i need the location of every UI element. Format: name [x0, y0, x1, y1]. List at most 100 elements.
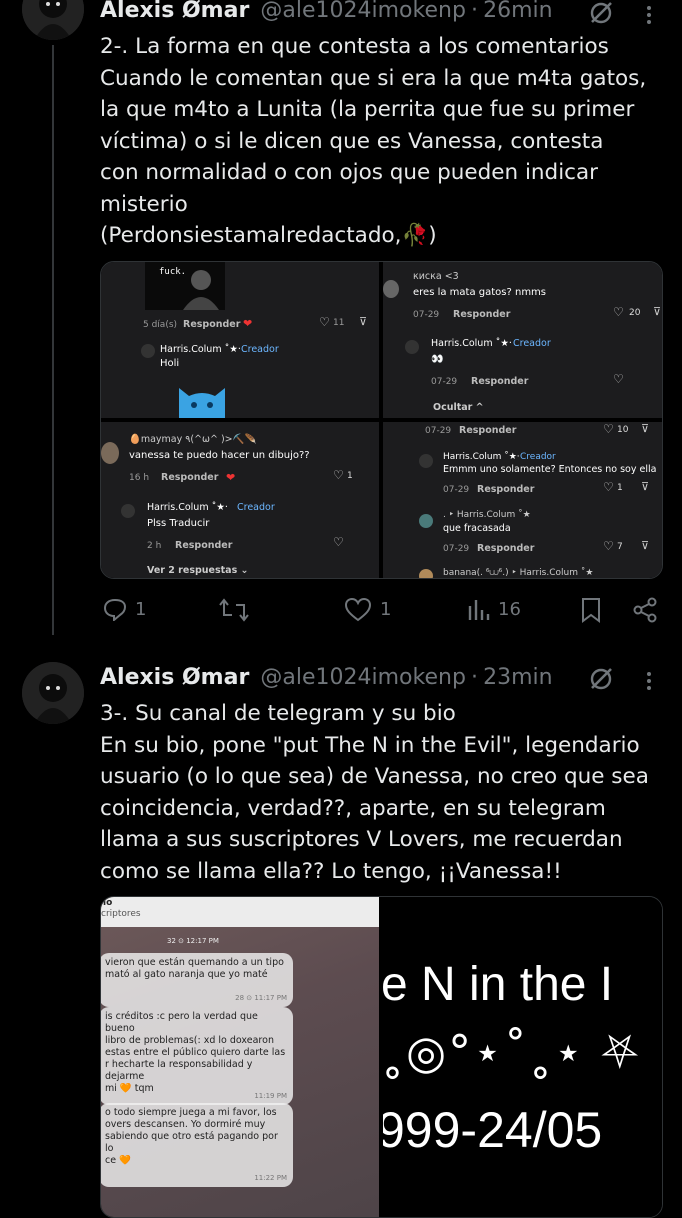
heart-broken-icon: ❤ [226, 471, 236, 484]
comment-time: 07-29 [431, 377, 458, 387]
collapse-link[interactable]: Ocultar ^ [433, 402, 484, 413]
blue-cat-sticker [179, 388, 225, 418]
grok-icon[interactable] [588, 666, 614, 696]
reply-link[interactable]: Responder [459, 425, 516, 436]
creator-name[interactable]: Harris.Colum ˚★· [147, 502, 228, 513]
like-count: 1 [380, 599, 392, 620]
message-bubble[interactable]: is créditos :c pero la verdad que bueno … [101, 1007, 293, 1105]
views-button[interactable]: 16 [466, 594, 526, 626]
author-name[interactable]: Alexis Ømar [100, 0, 249, 23]
action-bar: 1 1 16 [100, 594, 660, 626]
creator-tag: Creador [520, 452, 556, 462]
reply-link[interactable]: Responder [161, 472, 218, 483]
timestamp[interactable]: 23min [483, 665, 552, 690]
comment-user[interactable]: киска <3 [413, 271, 459, 282]
avatar[interactable] [419, 454, 433, 468]
media-image-1[interactable]: fuck. 5 día(s) Responder ❤ ♡ 11 ⊽ Harris… [101, 262, 379, 418]
media-image-3[interactable]: 🥚maymay ٩(^ω^ )>⛏️🪶 vanessa te puedo hac… [101, 422, 379, 578]
like-icon[interactable]: ♡ [613, 305, 624, 319]
view-replies-link[interactable]: Ver 2 respuestas ⌄ [147, 565, 249, 576]
creator-name[interactable]: Harris.Colum ˚★· [160, 344, 241, 355]
media-grid[interactable]: lo criptores 32 ⊙ 12:17 PM vieron que es… [100, 896, 663, 1218]
like-icon[interactable]: ♡ [333, 535, 344, 549]
creator-name[interactable]: Harris.Colum ˚★· [431, 338, 512, 349]
avatar[interactable] [101, 442, 119, 464]
media-grid[interactable]: fuck. 5 día(s) Responder ❤ ♡ 11 ⊽ Harris… [100, 261, 663, 579]
avatar[interactable] [22, 662, 84, 724]
comment-time: 07-29 [425, 426, 452, 436]
dislike-icon[interactable]: ⊽ [641, 480, 649, 493]
tweet-header: Alexis Ømar @ale1024imokenp · 23min [100, 665, 553, 693]
avatar[interactable] [419, 569, 433, 578]
like-count: 20 [629, 308, 641, 318]
like-button[interactable]: 1 [342, 594, 402, 626]
comment-time: 16 h [129, 473, 150, 483]
comment-text: Holi [160, 358, 180, 369]
dislike-icon[interactable]: ⊽ [653, 305, 661, 318]
reply-button[interactable]: 1 [100, 594, 170, 626]
reply-link[interactable]: Responder [175, 540, 232, 551]
message-meta: 28 ⊙ 11:17 PM [235, 994, 287, 1002]
reply-link[interactable]: Responder [183, 319, 240, 330]
reply-link[interactable]: Responder [471, 376, 528, 387]
like-icon[interactable]: ♡ [613, 372, 624, 386]
author-handle[interactable]: @ale1024imokenp [260, 0, 466, 23]
message-meta: 11:22 PM [254, 1174, 287, 1182]
avatar[interactable] [121, 504, 135, 518]
channel-title: lo [103, 898, 113, 908]
share-button[interactable] [630, 594, 660, 626]
media-image-2[interactable]: e N in the I ˳◎°⋆˚˳⋆ ⛧ 999-24/05 [383, 897, 662, 1217]
more-icon[interactable] [638, 672, 660, 694]
author-handle[interactable]: @ale1024imokenp [260, 665, 466, 690]
reply-icon [103, 598, 127, 621]
like-icon[interactable]: ♡ [603, 539, 614, 553]
retweet-button[interactable] [218, 594, 278, 626]
tweet-header: Alexis Ømar @ale1024imokenp · 26min [100, 0, 553, 26]
bookmark-icon [582, 598, 600, 623]
like-count: 11 [333, 318, 345, 328]
reply-link[interactable]: Responder [477, 543, 534, 554]
message-bubble[interactable]: o todo siempre juega a mi favor, los ove… [101, 1103, 293, 1187]
media-image-2[interactable]: киска <3 eres la mata gatos? nmms 07-29 … [383, 262, 662, 418]
media-image-1[interactable]: lo criptores 32 ⊙ 12:17 PM vieron que es… [101, 897, 379, 1217]
reply-link[interactable]: Responder [453, 309, 510, 320]
comment-text: 👀 [431, 354, 444, 365]
like-icon[interactable]: ♡ [603, 480, 614, 494]
avatar[interactable] [383, 280, 399, 298]
timestamp[interactable]: 26min [483, 0, 552, 23]
creator-tag: Creador [241, 344, 279, 355]
separator-dot: · [471, 0, 479, 23]
comment-user[interactable]: 🥚maymay ٩(^ω^ )>⛏️🪶 [129, 434, 256, 445]
like-count: 10 [617, 425, 629, 435]
reply-link[interactable]: Responder [477, 484, 534, 495]
author-name[interactable]: Alexis Ømar [100, 665, 249, 690]
creator-name[interactable]: Harris.Colum ˚★· [443, 452, 520, 462]
creator-tag: Creador [513, 338, 551, 349]
message-bubble[interactable]: vieron que están quemando a un tipo mató… [101, 953, 293, 1007]
avatar[interactable] [405, 340, 419, 354]
comment-time: 07-29 [413, 310, 440, 320]
like-count: 7 [617, 542, 623, 552]
avatar[interactable] [22, 0, 84, 40]
comment-user[interactable]: banana(. ⁶⩊⁶.) ‣ Harris.Colum ˚★ [443, 568, 593, 578]
like-icon[interactable]: ♡ [333, 468, 344, 482]
comment-time: 07-29 [443, 485, 470, 495]
comment-user[interactable]: . ‣ Harris.Colum ˚★ [443, 510, 531, 520]
message-text: is créditos :c pero la verdad que bueno … [105, 1011, 286, 1094]
tweet-text: 3-. Su canal de telegram y su bio En su … [100, 701, 649, 884]
like-icon[interactable]: ♡ [603, 422, 614, 436]
share-icon [633, 597, 657, 623]
dislike-icon[interactable]: ⊽ [359, 315, 367, 328]
dislike-icon[interactable]: ⊽ [641, 539, 649, 552]
avatar[interactable] [419, 514, 433, 528]
dislike-icon[interactable]: ⊽ [641, 422, 649, 435]
grok-icon[interactable] [588, 0, 614, 30]
comment-text: que fracasada [443, 523, 511, 534]
comment-time: 5 día(s) [143, 320, 178, 330]
avatar[interactable] [141, 344, 155, 358]
comment-text: Emmm uno solamente? Entonces no soy ella [443, 464, 657, 475]
more-icon[interactable] [638, 6, 660, 28]
like-icon[interactable]: ♡ [319, 315, 330, 329]
media-image-4[interactable]: 07-29 Responder ♡ 10 ⊽ Harris.Colum ˚★· … [383, 422, 662, 578]
bookmark-button[interactable] [578, 594, 608, 626]
